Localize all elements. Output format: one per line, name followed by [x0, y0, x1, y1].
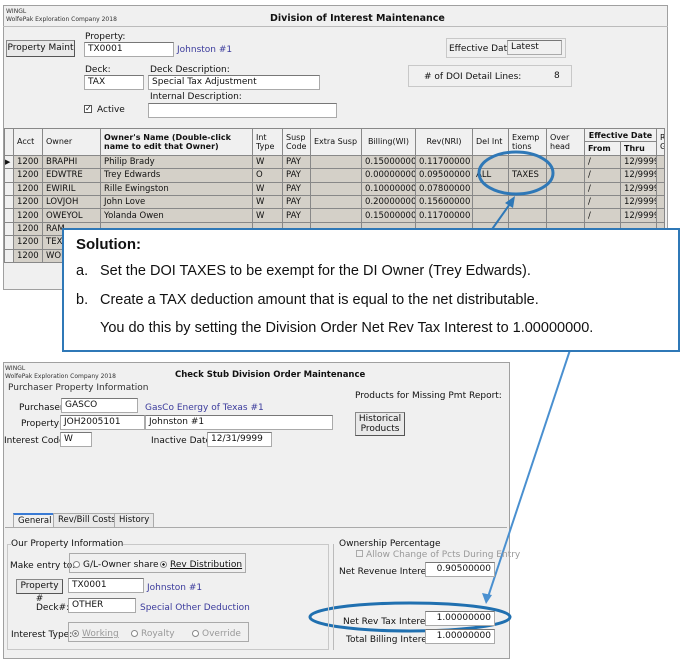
- radio-override[interactable]: Override: [192, 629, 241, 639]
- company-name: WolfePak Exploration Company 2018: [5, 373, 116, 380]
- historical-products-button[interactable]: Historical Products: [355, 412, 405, 436]
- our-property-group-label: Our Property Information: [11, 539, 124, 549]
- window-title: Check Stub Division Order Maintenance: [175, 370, 366, 380]
- callout-item-b-detail: You do this by setting the Division Orde…: [100, 320, 594, 336]
- arrow-head-icon: [482, 593, 492, 604]
- tab-general[interactable]: General: [13, 513, 57, 527]
- allow-change-checkbox[interactable]: Allow Change of Pcts During Entry: [356, 550, 520, 560]
- tab-rev-bill-costs[interactable]: Rev/Bill Costs: [53, 513, 121, 527]
- property-number-button[interactable]: Property #: [16, 579, 63, 604]
- callout-item-b: Create a TAX deduction amount that is eq…: [100, 292, 539, 308]
- arrow-head-icon: [505, 196, 515, 208]
- inactive-date-label: Inactive Date:: [151, 436, 215, 446]
- radio-rev-distribution[interactable]: Rev Distribution: [160, 560, 242, 570]
- property-input[interactable]: JOH2005101: [60, 415, 145, 430]
- nri-input[interactable]: 0.90500000: [425, 562, 495, 577]
- callout-marker-a: a.: [76, 263, 89, 279]
- app-name: WINGL: [5, 365, 26, 372]
- interest-code-input[interactable]: W: [60, 432, 92, 447]
- solution-callout: Solution: a. Set the DOI TAXES to be exe…: [62, 228, 680, 352]
- our-property-input[interactable]: TX0001: [68, 578, 144, 593]
- radio-icon: [192, 630, 199, 637]
- callout-title: Solution:: [76, 236, 141, 253]
- purchaser-name: GasCo Energy of Texas #1: [145, 403, 264, 413]
- purchaser-input[interactable]: GASCO: [61, 398, 138, 413]
- deck-label: Deck#:: [36, 603, 70, 613]
- nrti-input[interactable]: 1.00000000: [425, 611, 495, 626]
- radio-icon: [73, 561, 80, 568]
- tbi-input[interactable]: 1.00000000: [425, 629, 495, 644]
- make-entry-label: Make entry to:: [10, 561, 76, 571]
- ownership-group-label: Ownership Percentage: [339, 539, 441, 549]
- our-property-name: Johnston #1: [147, 583, 203, 593]
- purchaser-group-label: Purchaser Property Information: [8, 383, 149, 393]
- purchaser-label: Purchaser:: [19, 403, 67, 413]
- interest-code-label: Interest Code:: [4, 436, 68, 446]
- radio-working[interactable]: Working: [72, 629, 119, 639]
- radio-royalty[interactable]: Royalty: [131, 629, 175, 639]
- callout-marker-b: b.: [76, 292, 89, 308]
- deck-input[interactable]: OTHER: [68, 598, 136, 613]
- tab-history[interactable]: History: [114, 513, 155, 527]
- divider: [333, 544, 334, 650]
- radio-selected-icon: [72, 630, 79, 637]
- deck-name: Special Other Deduction: [140, 603, 250, 613]
- radio-selected-icon: [160, 561, 167, 568]
- radio-gl-owner-share[interactable]: G/L-Owner share: [73, 560, 159, 570]
- products-label: Products for Missing Pmt Report:: [355, 391, 502, 401]
- inactive-date-input[interactable]: 12/31/9999: [207, 432, 272, 447]
- nrti-label: Net Rev Tax Interest:: [343, 617, 437, 627]
- interest-type-label: Interest Type:: [11, 630, 73, 640]
- tab-divider: [5, 527, 507, 528]
- checkbox-icon: [356, 550, 363, 557]
- radio-icon: [131, 630, 138, 637]
- property-name-input[interactable]: Johnston #1: [145, 415, 333, 430]
- exemptions-highlight-ellipse: [477, 150, 555, 196]
- callout-item-a: Set the DOI TAXES to be exempt for the D…: [100, 263, 531, 279]
- nri-label: Net Revenue Interest:: [339, 567, 438, 577]
